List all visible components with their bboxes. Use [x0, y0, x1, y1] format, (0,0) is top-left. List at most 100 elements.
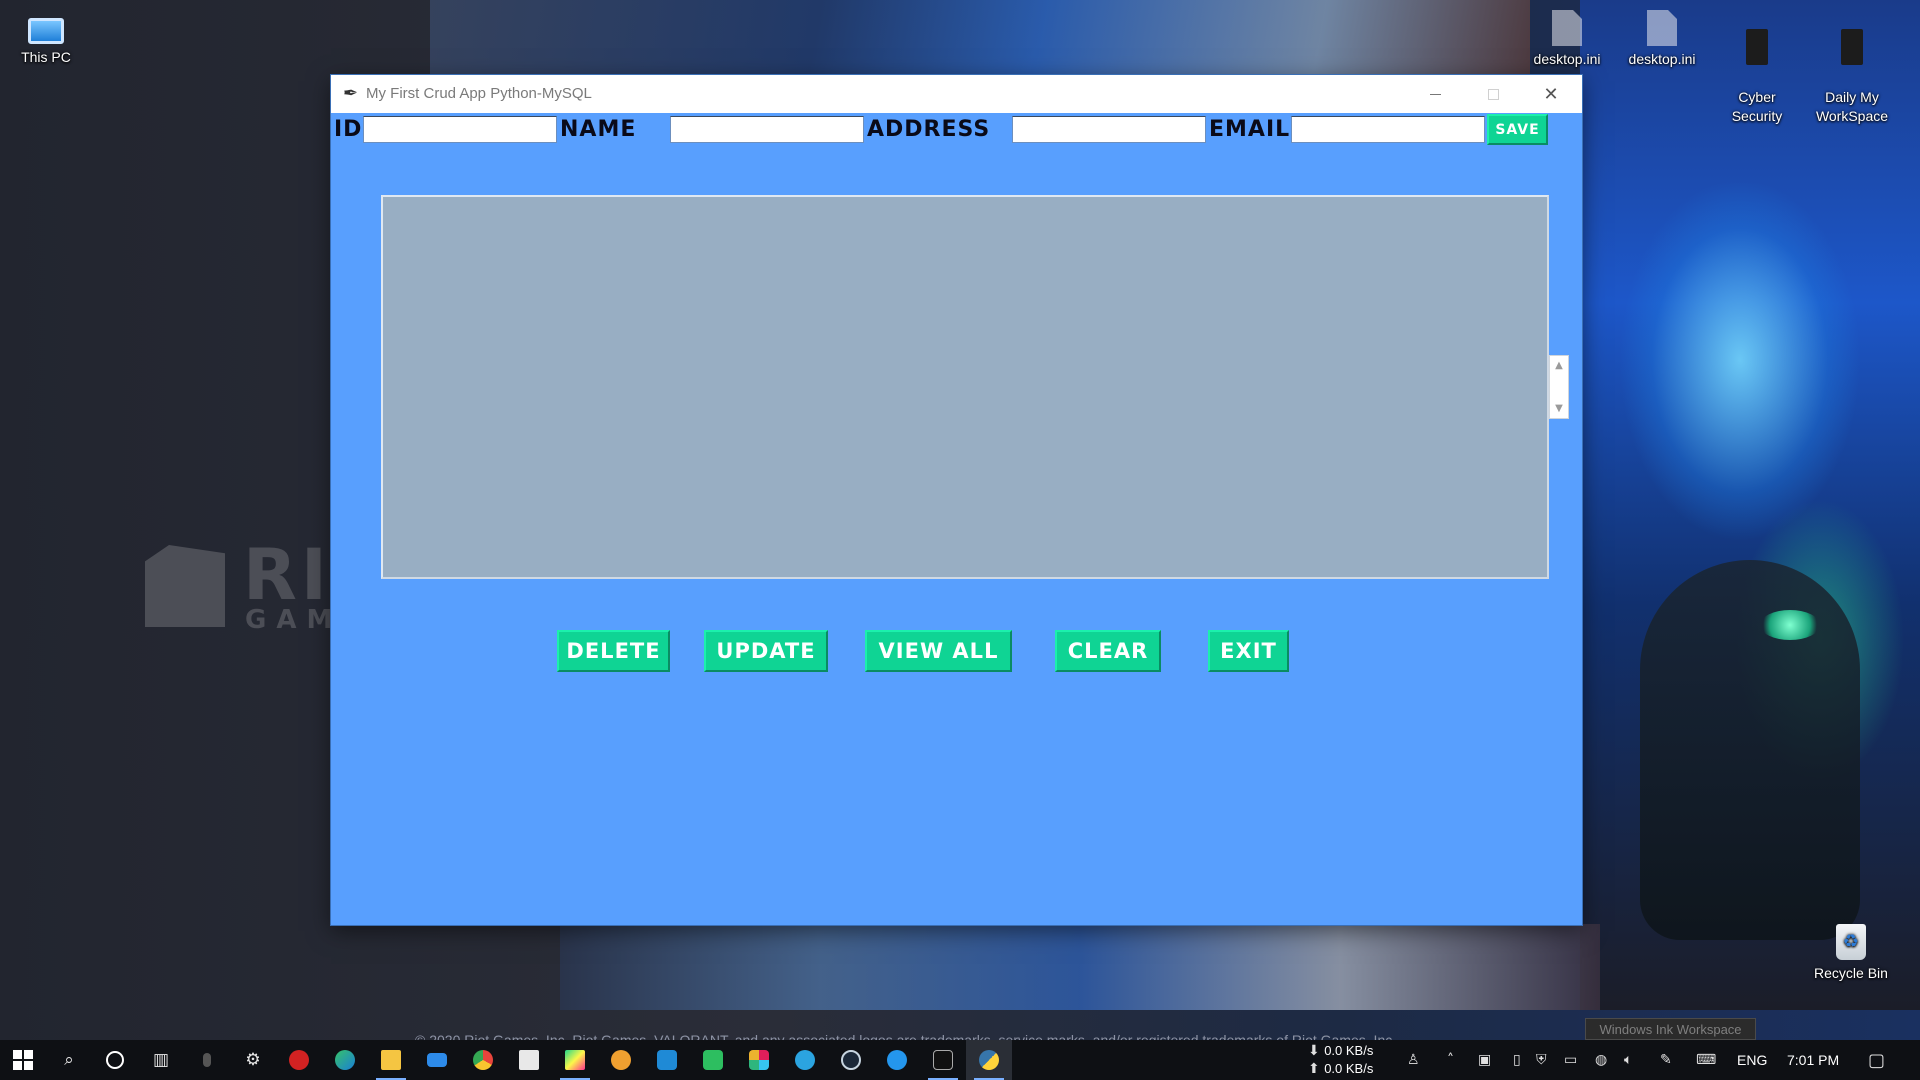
taskbar-blender[interactable] — [598, 1040, 644, 1080]
minimize-button[interactable] — [1406, 75, 1464, 113]
name-label: NAME — [560, 117, 637, 142]
search-button[interactable]: ⌕ — [46, 1040, 92, 1080]
email-field[interactable] — [1291, 116, 1485, 143]
computer-icon — [28, 18, 64, 44]
address-field[interactable] — [1012, 116, 1206, 143]
taskbar-store[interactable] — [506, 1040, 552, 1080]
docker-icon — [887, 1050, 907, 1070]
chevron-up-icon: ˄ — [1447, 1052, 1454, 1068]
action-center-button[interactable]: ▢ — [1868, 1040, 1885, 1080]
people-button[interactable]: ♙ — [1407, 1040, 1420, 1080]
taskbar-settings[interactable]: ⚙ — [230, 1040, 276, 1080]
wallpaper-character-glow — [1760, 610, 1820, 640]
taskbar-terminal[interactable] — [920, 1040, 966, 1080]
desktop-icon-daily-workspace[interactable]: Daily My WorkSpace — [1804, 10, 1900, 126]
taskbar-slack[interactable] — [736, 1040, 782, 1080]
desktop-icon-desktop-ini-1[interactable]: desktop.ini — [1519, 10, 1615, 69]
vscode-icon — [657, 1050, 677, 1070]
taskbar-python-app[interactable] — [966, 1040, 1012, 1080]
tray-network[interactable]: ◍ — [1595, 1040, 1607, 1080]
taskbar-vscode[interactable] — [644, 1040, 690, 1080]
maximize-icon — [1487, 88, 1499, 100]
tray-volume[interactable]: 🔈︎ — [1624, 1040, 1632, 1080]
taskbar-antivirus[interactable] — [276, 1040, 322, 1080]
mouse-icon — [203, 1053, 211, 1067]
exit-button[interactable]: EXIT — [1208, 630, 1289, 672]
tray-touch-keyboard[interactable]: ⌨ — [1696, 1040, 1716, 1080]
task-view-icon: ▥ — [152, 1050, 170, 1070]
net-up-value: 0.0 KB/s — [1324, 1061, 1374, 1076]
desktop-icon-label: Recycle Bin — [1814, 965, 1888, 981]
riot-logo-text: RI — [243, 534, 331, 616]
folder-icon — [1841, 29, 1863, 65]
gear-icon: ⚙ — [245, 1050, 261, 1070]
close-icon: ✕ — [1543, 83, 1559, 105]
tray-battery[interactable]: ▭ — [1564, 1040, 1577, 1080]
battery-icon: ▭ — [1564, 1052, 1578, 1068]
taskbar-docker[interactable] — [874, 1040, 920, 1080]
chrome-icon — [473, 1050, 493, 1070]
scroll-up-icon[interactable]: ▲ — [1555, 360, 1563, 371]
update-button[interactable]: UPDATE — [704, 630, 828, 672]
folder-icon — [1746, 29, 1768, 65]
tray-language[interactable]: ENG — [1737, 1040, 1767, 1080]
telegram-icon — [795, 1050, 815, 1070]
task-view-button[interactable]: ▥ — [138, 1040, 184, 1080]
taskbar-steam[interactable] — [828, 1040, 874, 1080]
window-title: My First Crud App Python-MySQL — [366, 85, 592, 102]
tray-clock[interactable]: 7:01 PM — [1787, 1040, 1839, 1080]
keyboard-icon: ⌨ — [1696, 1052, 1717, 1068]
name-field[interactable] — [670, 116, 864, 143]
title-bar[interactable]: ✒ My First Crud App Python-MySQL ✕ — [331, 75, 1582, 113]
mail-icon — [427, 1053, 447, 1067]
record-form: ID NAME ADDRESS EMAIL SAVE — [331, 113, 1582, 147]
tray-ink-workspace[interactable]: ✎ — [1660, 1040, 1672, 1080]
taskbar-file-explorer[interactable] — [368, 1040, 414, 1080]
desktop-icon-cyber-security[interactable]: Cyber Security — [1709, 10, 1805, 126]
desktop-icon-desktop-ini-2[interactable]: desktop.ini — [1614, 10, 1710, 69]
view-all-button[interactable]: VIEW ALL — [865, 630, 1012, 672]
folder-icon — [381, 1050, 401, 1070]
taskbar-chrome[interactable] — [460, 1040, 506, 1080]
start-button[interactable] — [0, 1040, 46, 1080]
wallpaper-art-bottom — [560, 924, 1600, 1010]
scroll-down-icon[interactable]: ▼ — [1555, 403, 1563, 414]
tray-meet-now[interactable]: ▣ — [1478, 1040, 1491, 1080]
riot-logo-subtext: GAM — [245, 605, 343, 635]
taskbar: ⌕ ▥ ⚙ ⬇ 0.0 KB/s ⬆ 0.0 KB/s ♙ ˄ ▣ ▯ ⛨ ▭ … — [0, 1040, 1920, 1080]
desktop-icon-this-pc[interactable]: This PC — [0, 10, 94, 67]
clear-button[interactable]: CLEAR — [1055, 630, 1161, 672]
steam-icon — [841, 1050, 861, 1070]
evernote-icon — [703, 1050, 723, 1070]
pycharm-icon — [565, 1050, 585, 1070]
taskbar-mouse-app[interactable] — [184, 1040, 230, 1080]
net-up-row: ⬆ 0.0 KB/s — [1308, 1060, 1373, 1078]
taskbar-telegram[interactable] — [782, 1040, 828, 1080]
delete-button[interactable]: DELETE — [557, 630, 670, 672]
taskbar-edge[interactable] — [322, 1040, 368, 1080]
taskbar-evernote[interactable] — [690, 1040, 736, 1080]
close-button[interactable]: ✕ — [1522, 75, 1580, 113]
desktop-icon-recycle-bin[interactable]: Recycle Bin — [1803, 924, 1899, 983]
file-icon — [1647, 10, 1677, 46]
taskbar-pycharm[interactable] — [552, 1040, 598, 1080]
feather-icon: ✒ — [343, 83, 359, 104]
maximize-button[interactable] — [1464, 75, 1522, 113]
id-field[interactable] — [363, 116, 557, 143]
tray-security[interactable]: ⛨ — [1536, 1040, 1547, 1080]
taskbar-mail[interactable] — [414, 1040, 460, 1080]
save-button[interactable]: SAVE — [1487, 114, 1548, 145]
people-icon: ♙ — [1407, 1052, 1420, 1068]
minimize-icon — [1429, 93, 1441, 95]
listbox-scrollbar[interactable]: ▲ ▼ — [1549, 355, 1569, 419]
python-icon — [979, 1050, 999, 1070]
ink-workspace-tooltip: Windows Ink Workspace — [1585, 1018, 1756, 1040]
cortana-button[interactable] — [92, 1040, 138, 1080]
records-listbox[interactable] — [381, 195, 1549, 579]
tray-mouse[interactable]: ▯ — [1513, 1040, 1521, 1080]
edge-icon — [335, 1050, 355, 1070]
blender-icon — [611, 1050, 631, 1070]
wallpaper-character — [1640, 560, 1860, 940]
download-arrow-icon: ⬇ — [1308, 1043, 1325, 1059]
show-hidden-icons[interactable]: ˄ — [1447, 1040, 1454, 1080]
